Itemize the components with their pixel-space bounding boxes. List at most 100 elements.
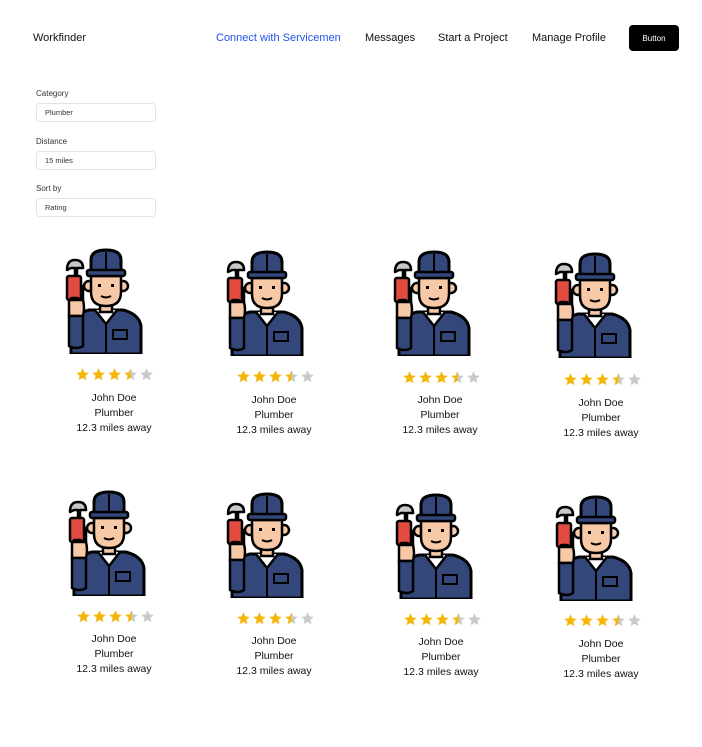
star-icon bbox=[92, 609, 107, 624]
star-icon bbox=[403, 612, 418, 627]
star-icon bbox=[124, 609, 139, 624]
distance-label: Distance bbox=[36, 137, 68, 146]
rating-stars bbox=[236, 611, 315, 626]
star-icon bbox=[402, 370, 417, 385]
serviceman-card[interactable]: John Doe Plumber 12.3 miles away bbox=[199, 248, 349, 458]
nav-action-button[interactable]: Button bbox=[629, 25, 679, 51]
star-icon bbox=[466, 370, 481, 385]
category-field[interactable]: Plumber bbox=[36, 103, 156, 122]
star-icon bbox=[563, 613, 578, 628]
plumber-avatar-icon bbox=[222, 490, 312, 598]
plumber-avatar-icon bbox=[222, 248, 312, 356]
plumber-avatar-icon bbox=[64, 488, 154, 596]
plumber-avatar-icon bbox=[61, 246, 151, 354]
card-role: Plumber bbox=[581, 653, 621, 665]
rating-stars bbox=[403, 612, 482, 627]
card-name: John Doe bbox=[418, 636, 464, 648]
plumber-avatar-icon bbox=[550, 250, 640, 358]
star-icon bbox=[627, 613, 642, 628]
star-icon bbox=[252, 611, 267, 626]
sort-label: Sort by bbox=[36, 184, 62, 193]
rating-stars bbox=[76, 609, 155, 624]
star-icon bbox=[450, 370, 465, 385]
card-role: Plumber bbox=[420, 409, 460, 421]
star-icon bbox=[451, 612, 466, 627]
star-icon bbox=[611, 372, 626, 387]
plumber-avatar-icon bbox=[389, 248, 479, 356]
star-icon bbox=[108, 609, 123, 624]
nav-link-messages[interactable]: Messages bbox=[365, 32, 415, 44]
plumber-avatar-icon bbox=[391, 491, 481, 599]
plumber-avatar-icon bbox=[551, 493, 641, 601]
card-role: Plumber bbox=[94, 648, 134, 660]
rating-stars bbox=[236, 369, 315, 384]
card-distance: 12.3 miles away bbox=[402, 424, 478, 436]
star-icon bbox=[91, 367, 106, 382]
serviceman-card[interactable]: John Doe Plumber 12.3 miles away bbox=[39, 246, 189, 456]
serviceman-card[interactable]: John Doe Plumber 12.3 miles away bbox=[526, 250, 676, 460]
card-name: John Doe bbox=[251, 635, 297, 647]
star-icon bbox=[268, 611, 283, 626]
star-icon bbox=[139, 367, 154, 382]
serviceman-card[interactable]: John Doe Plumber 12.3 miles away bbox=[39, 488, 189, 698]
rating-stars bbox=[402, 370, 481, 385]
card-role: Plumber bbox=[94, 407, 134, 419]
star-icon bbox=[284, 611, 299, 626]
star-icon bbox=[467, 612, 482, 627]
star-icon bbox=[284, 369, 299, 384]
nav-link-start-project[interactable]: Start a Project bbox=[438, 32, 508, 44]
card-role: Plumber bbox=[581, 412, 621, 424]
card-name: John Doe bbox=[91, 633, 137, 645]
distance-field[interactable]: 15 miles bbox=[36, 151, 156, 170]
star-icon bbox=[579, 613, 594, 628]
star-icon bbox=[418, 370, 433, 385]
nav-link-manage-profile[interactable]: Manage Profile bbox=[532, 32, 606, 44]
card-distance: 12.3 miles away bbox=[76, 422, 152, 434]
card-distance: 12.3 miles away bbox=[236, 424, 312, 436]
card-distance: 12.3 miles away bbox=[403, 666, 479, 678]
card-name: John Doe bbox=[578, 638, 624, 650]
star-icon bbox=[419, 612, 434, 627]
brand-logo[interactable]: Workfinder bbox=[33, 32, 86, 44]
rating-stars bbox=[75, 367, 154, 382]
card-name: John Doe bbox=[417, 394, 463, 406]
serviceman-card[interactable]: John Doe Plumber 12.3 miles away bbox=[199, 490, 349, 700]
star-icon bbox=[236, 611, 251, 626]
star-icon bbox=[236, 369, 251, 384]
card-name: John Doe bbox=[91, 392, 137, 404]
card-distance: 12.3 miles away bbox=[563, 668, 639, 680]
serviceman-card[interactable]: John Doe Plumber 12.3 miles away bbox=[366, 491, 516, 701]
star-icon bbox=[300, 611, 315, 626]
star-icon bbox=[435, 612, 450, 627]
card-role: Plumber bbox=[421, 651, 461, 663]
rating-stars bbox=[563, 372, 642, 387]
card-distance: 12.3 miles away bbox=[563, 427, 639, 439]
nav-link-connect[interactable]: Connect with Servicemen bbox=[216, 32, 341, 44]
category-label: Category bbox=[36, 89, 69, 98]
card-name: John Doe bbox=[578, 397, 624, 409]
sort-field[interactable]: Rating bbox=[36, 198, 156, 217]
star-icon bbox=[627, 372, 642, 387]
card-role: Plumber bbox=[254, 409, 294, 421]
card-distance: 12.3 miles away bbox=[76, 663, 152, 675]
card-distance: 12.3 miles away bbox=[236, 665, 312, 677]
card-name: John Doe bbox=[251, 394, 297, 406]
star-icon bbox=[123, 367, 138, 382]
rating-stars bbox=[563, 613, 642, 628]
star-icon bbox=[300, 369, 315, 384]
card-role: Plumber bbox=[254, 650, 294, 662]
star-icon bbox=[434, 370, 449, 385]
star-icon bbox=[579, 372, 594, 387]
star-icon bbox=[75, 367, 90, 382]
star-icon bbox=[563, 372, 578, 387]
star-icon bbox=[107, 367, 122, 382]
serviceman-card[interactable]: John Doe Plumber 12.3 miles away bbox=[365, 248, 515, 458]
star-icon bbox=[595, 613, 610, 628]
star-icon bbox=[140, 609, 155, 624]
serviceman-card[interactable]: John Doe Plumber 12.3 miles away bbox=[526, 493, 676, 703]
star-icon bbox=[252, 369, 267, 384]
top-navbar: Workfinder Connect with Servicemen Messa… bbox=[0, 0, 702, 78]
star-icon bbox=[611, 613, 626, 628]
star-icon bbox=[76, 609, 91, 624]
star-icon bbox=[595, 372, 610, 387]
